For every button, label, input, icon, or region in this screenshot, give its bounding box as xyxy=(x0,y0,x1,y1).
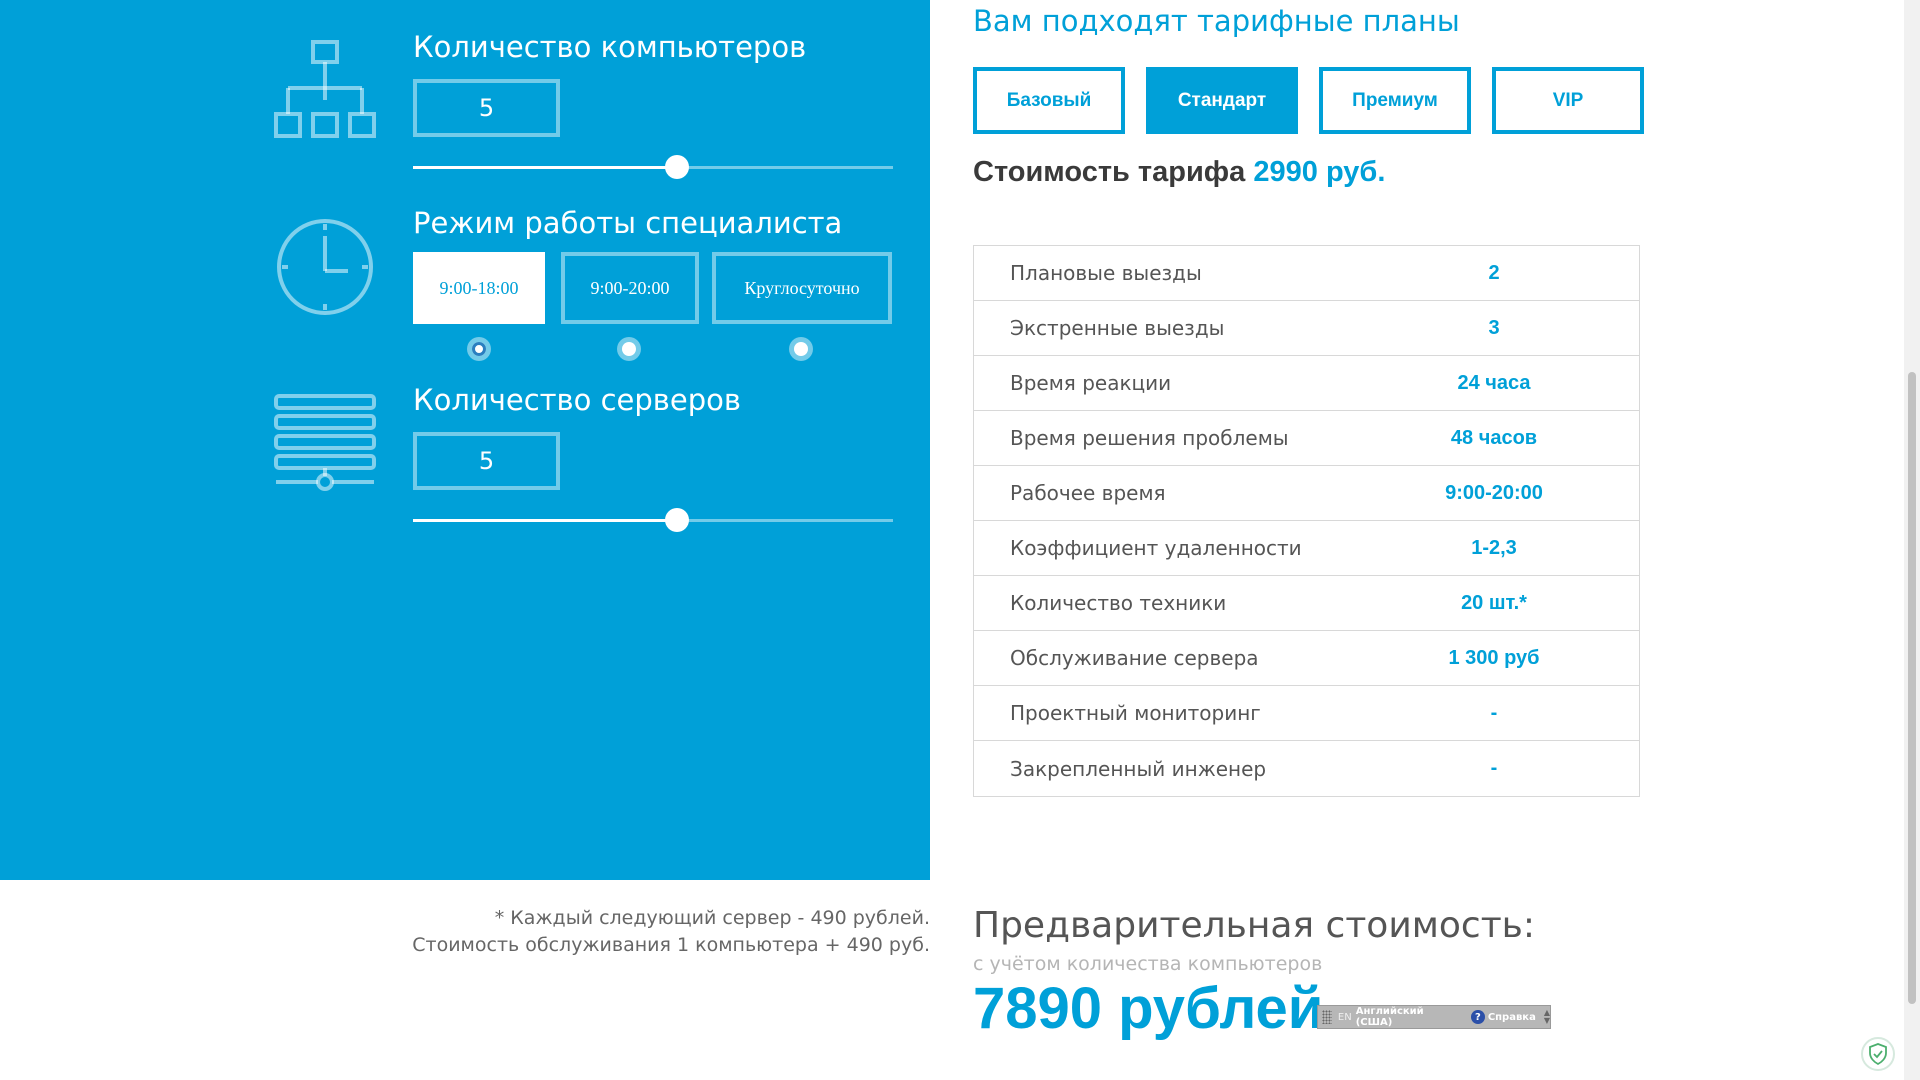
spec-name: Экстренные выезды xyxy=(1010,316,1225,340)
page-scrollbar[interactable] xyxy=(1904,0,1920,1080)
spec-value: 1-2,3 xyxy=(1471,536,1517,559)
mode-option-2[interactable]: 9:00-20:00 xyxy=(561,252,699,324)
note-computer-price: Стоимость обслуживания 1 компьютера + 49… xyxy=(412,934,930,956)
computers-slider-handle[interactable] xyxy=(665,155,689,179)
spec-value: 2 xyxy=(1488,261,1500,284)
mode-option-1[interactable]: 9:00-18:00 xyxy=(413,252,545,324)
table-row: Время реакции 24 часа xyxy=(974,356,1639,411)
table-row: Время решения проблемы 48 часов xyxy=(974,411,1639,466)
mode-radio-3[interactable] xyxy=(789,337,813,361)
language-name[interactable]: Английский (США) xyxy=(1356,1006,1463,1028)
mode-radio-1[interactable] xyxy=(467,337,491,361)
tariff-price: Стоимость тарифа 2990 руб. xyxy=(973,156,1385,189)
mode-option-3[interactable]: Круглосуточно xyxy=(712,252,892,324)
servers-title: Количество серверов xyxy=(413,383,741,417)
radio-dot xyxy=(794,342,808,356)
mode-radio-2[interactable] xyxy=(617,337,641,361)
total-title: Предварительная стоимость: xyxy=(973,905,1536,946)
table-row: Плановые выезды 2 xyxy=(974,246,1639,301)
pricing-notes: * Каждый следующий сервер - 490 рублей. … xyxy=(412,905,930,959)
table-row: Рабочее время 9:00-20:00 xyxy=(974,466,1639,521)
servers-slider-fill xyxy=(413,519,677,522)
spec-value: - xyxy=(1490,701,1498,724)
table-row: Экстренные выезды 3 xyxy=(974,301,1639,356)
spec-value: 20 шт.* xyxy=(1461,591,1527,614)
spec-value: 24 часа xyxy=(1457,371,1531,394)
servers-slider-handle[interactable] xyxy=(665,508,689,532)
language-code: EN xyxy=(1337,1011,1352,1023)
scrollbar-thumb[interactable] xyxy=(1908,372,1916,1004)
spec-name: Рабочее время xyxy=(1010,481,1166,505)
computers-slider[interactable] xyxy=(413,155,893,179)
computers-slider-fill xyxy=(413,166,677,169)
computers-count-input[interactable]: 5 xyxy=(413,79,560,137)
tariff-specs-table: Плановые выезды 2 Экстренные выезды 3 Врем… xyxy=(973,245,1640,797)
servers-count-input[interactable]: 5 xyxy=(413,432,560,490)
tariff-price-label: Стоимость тарифа xyxy=(973,156,1246,188)
expand-arrows-icon[interactable]: ▲ ▼ xyxy=(1544,1009,1550,1025)
drag-grip-icon[interactable] xyxy=(1322,1010,1332,1024)
plan-premium-button[interactable]: Премиум xyxy=(1319,67,1471,134)
spec-name: Коэффициент удаленности xyxy=(1010,536,1302,560)
total-value: 7890 рублей xyxy=(973,976,1324,1041)
table-row: Обслуживание сервера 1 300 руб xyxy=(974,631,1639,686)
radio-dot xyxy=(472,342,486,356)
spec-name: Проектный мониторинг xyxy=(1010,701,1261,725)
total-subtitle: с учётом количества компьютеров xyxy=(973,953,1323,975)
spec-name: Обслуживание сервера xyxy=(1010,646,1259,670)
note-server-price: * Каждый следующий сервер - 490 рублей. xyxy=(494,907,930,929)
spec-value: 9:00-20:00 xyxy=(1445,481,1543,504)
spec-name: Время реакции xyxy=(1010,371,1172,395)
table-row: Закрепленный инженер - xyxy=(974,741,1639,796)
servers-slider[interactable] xyxy=(413,508,893,532)
spec-value: 1 300 руб xyxy=(1448,646,1540,669)
spec-name: Закрепленный инженер xyxy=(1010,756,1267,781)
spec-value: 3 xyxy=(1488,316,1500,339)
table-row: Коэффициент удаленности 1-2,3 xyxy=(974,521,1639,576)
server-icon xyxy=(274,392,376,492)
radio-dot xyxy=(622,342,636,356)
calculator-panel: Количество компьютеров 5 Режим работы сп… xyxy=(0,0,930,880)
table-row: Количество техники 20 шт.* xyxy=(974,576,1639,631)
clock-icon xyxy=(274,216,376,318)
computers-title: Количество компьютеров xyxy=(413,30,807,64)
table-row: Проектный мониторинг - xyxy=(974,686,1639,741)
spec-value: - xyxy=(1490,757,1498,779)
plan-vip-button[interactable]: VIP xyxy=(1492,67,1644,134)
plans-heading: Вам подходят тарифные планы xyxy=(973,4,1460,38)
spec-name: Плановые выезды xyxy=(1010,261,1202,285)
help-icon[interactable]: ? xyxy=(1470,1010,1485,1024)
spec-value: 48 часов xyxy=(1450,426,1538,449)
spec-name: Время решения проблемы xyxy=(1010,426,1289,450)
network-icon xyxy=(274,38,376,142)
shield-icon[interactable] xyxy=(1861,1037,1895,1071)
plan-basic-button[interactable]: Базовый xyxy=(973,67,1125,134)
tariff-price-value: 2990 руб. xyxy=(1253,156,1386,188)
spec-name: Количество техники xyxy=(1010,591,1227,615)
language-bar[interactable]: EN Английский (США) ? Справка ▲ ▼ xyxy=(1317,1005,1551,1029)
plan-standard-button[interactable]: Стандарт xyxy=(1146,67,1298,134)
help-link[interactable]: Справка xyxy=(1488,1012,1536,1023)
mode-title: Режим работы специалиста xyxy=(413,206,843,240)
